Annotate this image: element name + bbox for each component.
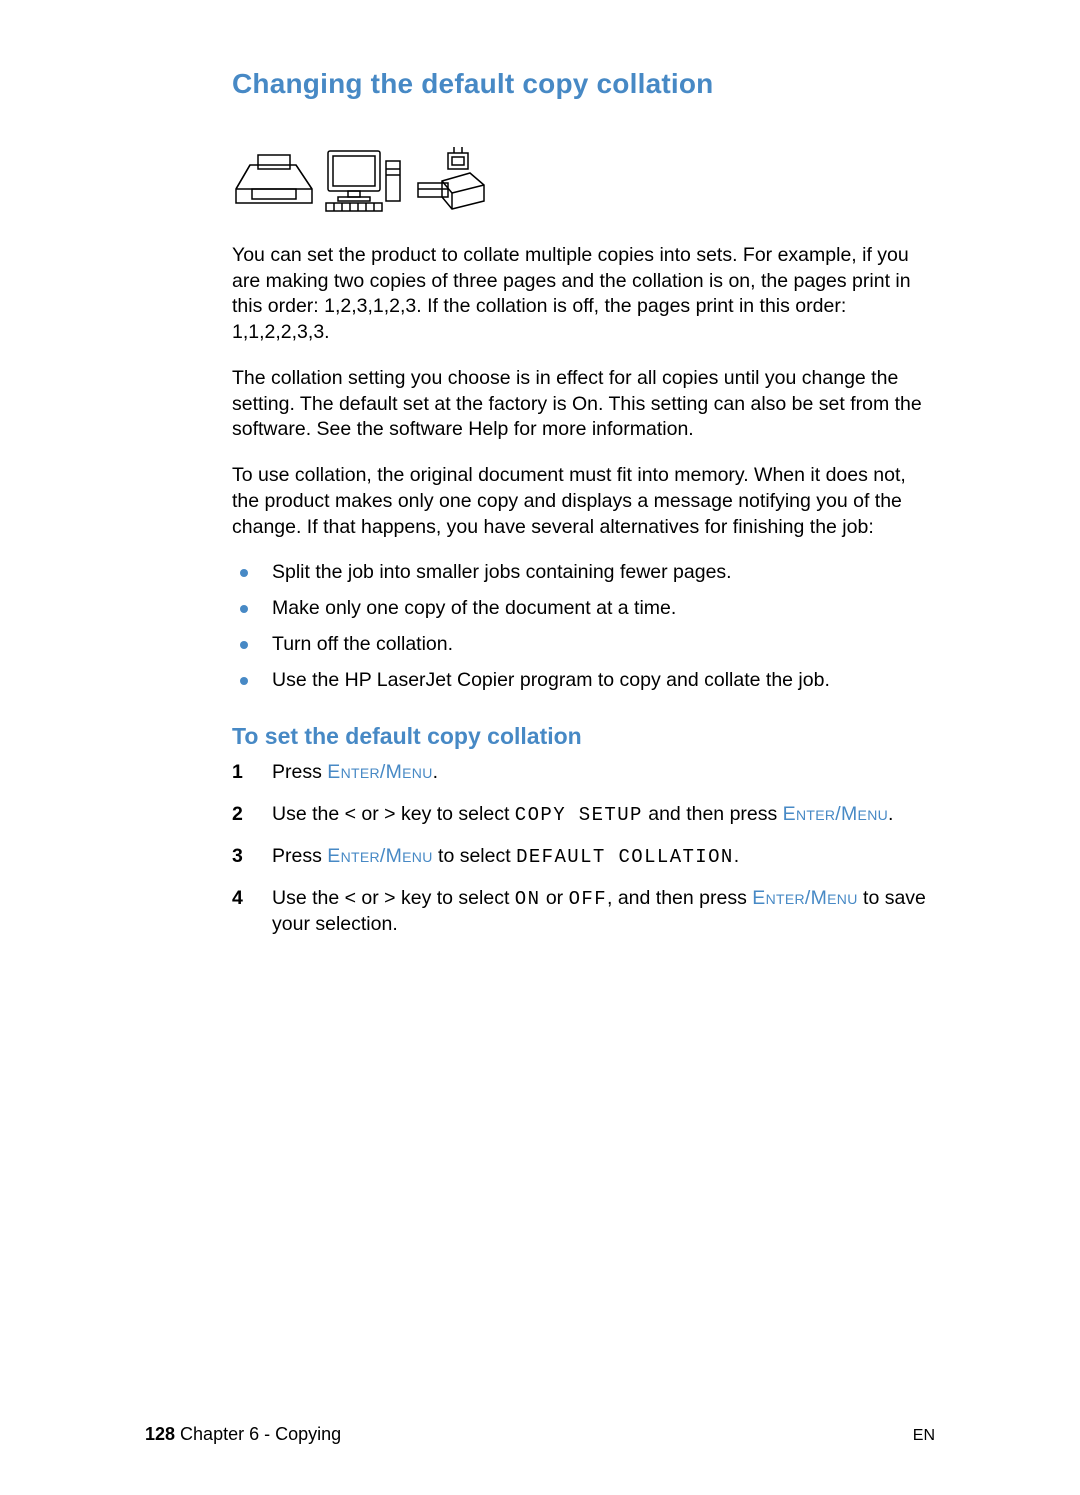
lcd-text: ON bbox=[515, 888, 541, 910]
list-item: Use the HP LaserJet Copier program to co… bbox=[232, 668, 937, 694]
key-label: Enter/Menu bbox=[327, 845, 432, 867]
sub-heading: To set the default copy collation bbox=[232, 723, 937, 750]
text: Press bbox=[272, 845, 327, 867]
list-item: Make only one copy of the document at a … bbox=[232, 596, 937, 622]
paragraph-1: You can set the product to collate multi… bbox=[232, 243, 937, 346]
text: . bbox=[734, 845, 739, 867]
step-1: Press Enter/Menu. bbox=[232, 760, 937, 786]
footer-left: 128 Chapter 6 - Copying bbox=[145, 1424, 341, 1445]
text: Use the < or > key to select bbox=[272, 803, 515, 825]
lcd-text: OFF bbox=[569, 888, 607, 910]
printer-computer-aio-icon bbox=[232, 145, 492, 213]
text: or bbox=[540, 887, 568, 909]
paragraph-2: The collation setting you choose is in e… bbox=[232, 366, 937, 443]
key-label: Enter/Menu bbox=[783, 803, 888, 825]
text: Press bbox=[272, 761, 327, 783]
device-icons-row bbox=[232, 145, 937, 213]
footer-right: EN bbox=[913, 1427, 935, 1445]
step-2: Use the < or > key to select COPY SETUP … bbox=[232, 802, 937, 828]
page-footer: 128 Chapter 6 - Copying EN bbox=[0, 1424, 1080, 1445]
lcd-text: COPY SETUP bbox=[515, 804, 643, 826]
text: Use the < or > key to select bbox=[272, 887, 515, 909]
alternatives-list: Split the job into smaller jobs containi… bbox=[232, 560, 937, 693]
steps-list: Press Enter/Menu. Use the < or > key to … bbox=[232, 760, 937, 938]
step-4: Use the < or > key to select ON or OFF, … bbox=[232, 886, 937, 938]
list-item: Turn off the collation. bbox=[232, 632, 937, 658]
chapter-label: Chapter 6 - Copying bbox=[175, 1424, 341, 1444]
text: to select bbox=[433, 845, 516, 867]
list-item: Split the job into smaller jobs containi… bbox=[232, 560, 937, 586]
text: . bbox=[433, 761, 438, 783]
page-heading: Changing the default copy collation bbox=[232, 68, 937, 100]
step-3: Press Enter/Menu to select DEFAULT COLLA… bbox=[232, 844, 937, 870]
key-label: Enter/Menu bbox=[752, 887, 857, 909]
paragraph-3: To use collation, the original document … bbox=[232, 463, 937, 540]
text: . bbox=[888, 803, 893, 825]
lcd-text: DEFAULT COLLATION bbox=[516, 846, 734, 868]
key-label: Enter/Menu bbox=[327, 761, 432, 783]
text: and then press bbox=[643, 803, 783, 825]
page-number: 128 bbox=[145, 1424, 175, 1444]
text: , and then press bbox=[607, 887, 752, 909]
